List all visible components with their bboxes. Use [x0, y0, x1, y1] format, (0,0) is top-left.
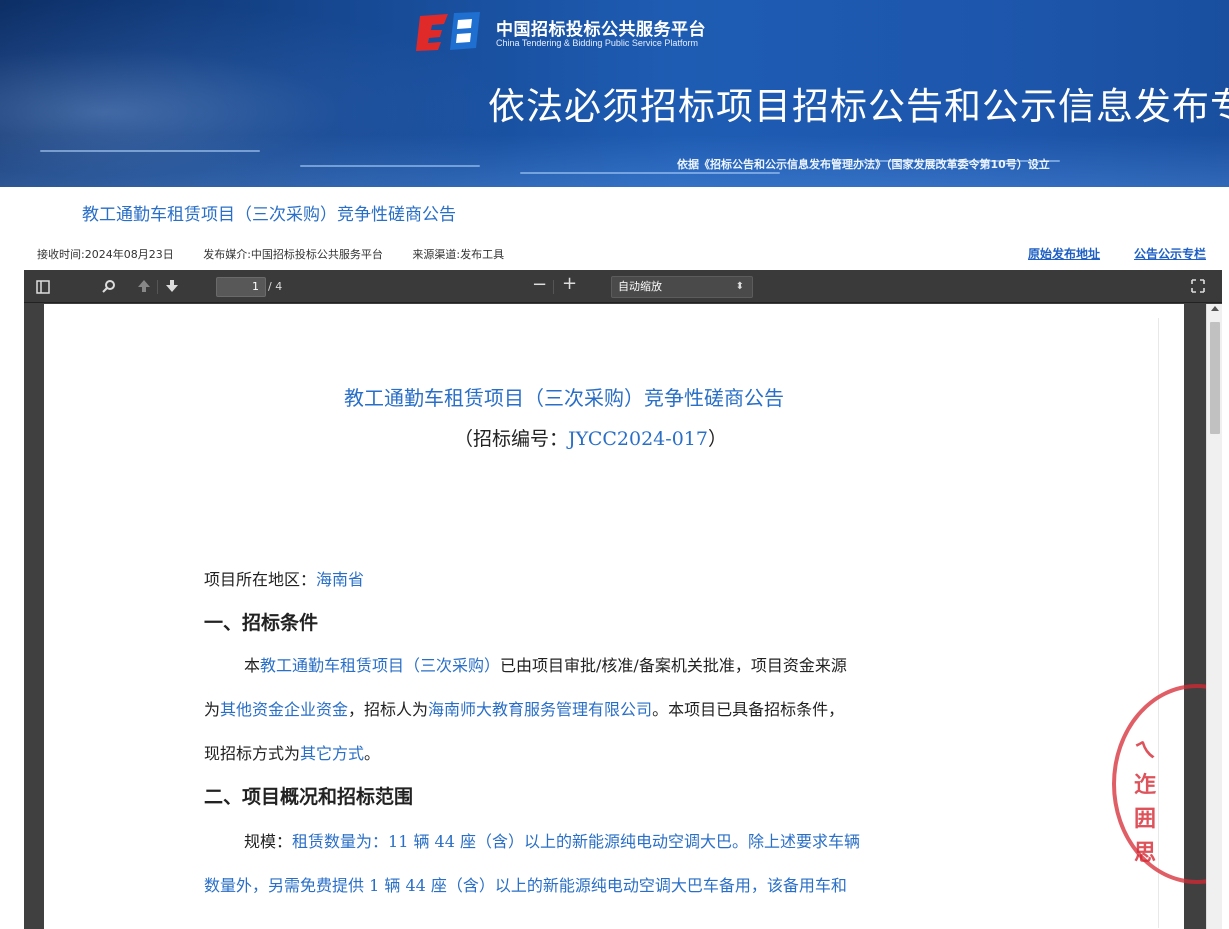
- project-region-value: 海南省: [316, 570, 365, 589]
- sidebar-toggle-icon[interactable]: [36, 280, 50, 297]
- zoom-in-button[interactable]: +: [562, 275, 577, 293]
- platform-logo-icon: [416, 12, 480, 51]
- section1-paragraph-line: 本教工通勤车租赁项目（三次采购）已由项目审批/核准/备案机关批准，项目资金来源: [244, 652, 847, 676]
- pdf-document-area[interactable]: 教工通勤车租赁项目（三次采购）竞争性磋商公告 （招标编号：JYCC2024-01…: [24, 304, 1222, 929]
- page-number-input[interactable]: 1: [216, 277, 266, 297]
- toolbar-separator: [553, 280, 554, 294]
- site-name: 中国招标投标公共服务平台: [496, 20, 706, 40]
- original-address-link[interactable]: 原始发布地址: [1028, 245, 1100, 262]
- received-time: 接收时间:2024年08月23日: [37, 248, 174, 261]
- document-code-suffix: ）: [707, 428, 727, 450]
- text-span: 本: [244, 656, 261, 675]
- scroll-up-arrow-icon[interactable]: [1211, 306, 1219, 311]
- scale-span: 租赁数量为：11 辆 44 座（含）以上的新能源纯电动空调大巴。除上述要求车辆: [292, 832, 860, 851]
- text-span: 规模：: [244, 832, 293, 851]
- section1-paragraph-line: 现招标方式为其它方式。: [204, 740, 380, 764]
- search-icon[interactable]: [102, 279, 116, 296]
- page-total: / 4: [268, 280, 283, 293]
- project-name-span: 教工通勤车租赁项目（三次采购）: [260, 656, 501, 675]
- zoom-out-button[interactable]: −: [532, 276, 547, 294]
- tenderer-span: 海南师大教育服务管理有限公司: [428, 700, 653, 719]
- pdf-page: 教工通勤车租赁项目（三次采购）竞争性磋商公告 （招标编号：JYCC2024-01…: [44, 304, 1222, 929]
- text-span: ，招标人为: [348, 700, 429, 719]
- notice-title: 教工通勤车租赁项目（三次采购）竞争性磋商公告: [82, 205, 456, 225]
- zoom-select[interactable]: 自动缩放 ⬍: [611, 276, 753, 298]
- scrollbar-thumb[interactable]: [1210, 322, 1220, 434]
- banner-subtitle: 依据《招标公告和公示信息发布管理办法》（国家发展改革委令第10号）设立: [677, 158, 1050, 171]
- chevron-updown-icon: ⬍: [735, 281, 744, 292]
- site-name-english: China Tendering & Bidding Public Service…: [496, 38, 698, 48]
- project-region-label: 项目所在地区：: [204, 570, 317, 589]
- section2-paragraph-line: 规模：租赁数量为：11 辆 44 座（含）以上的新能源纯电动空调大巴。除上述要求…: [244, 828, 860, 852]
- banner-light-streak: [40, 150, 260, 152]
- project-region: 项目所在地区：海南省: [204, 566, 364, 590]
- section-heading-2: 二、项目概况和招标范围: [204, 786, 414, 808]
- banner-light-streak: [300, 165, 480, 167]
- fullscreen-icon[interactable]: [1191, 279, 1205, 296]
- arrow-up-icon[interactable]: [137, 279, 151, 296]
- text-span: 现招标方式为: [204, 744, 301, 763]
- zoom-select-value: 自动缩放: [618, 280, 662, 293]
- notice-column-link[interactable]: 公告公示专栏: [1134, 245, 1206, 262]
- text-span: 已由项目审批/核准/备案机关批准，项目资金来源: [500, 656, 847, 675]
- source-channel: 来源渠道:发布工具: [412, 248, 505, 261]
- document-title: 教工通勤车租赁项目（三次采购）竞争性磋商公告: [344, 386, 784, 410]
- pdf-toolbar: 1 / 4 − + 自动缩放 ⬍: [24, 270, 1222, 303]
- notice-meta: 接收时间:2024年08月23日 发布媒介:中国招标投标公共服务平台 来源渠道:…: [37, 246, 530, 262]
- tender-method-span: 其它方式: [300, 744, 365, 763]
- toolbar-separator: [157, 280, 158, 294]
- fund-source-span: 其他资金企业资金: [220, 700, 349, 719]
- section1-paragraph-line: 为其他资金企业资金，招标人为海南师大教育服务管理有限公司。本项目已具备招标条件，: [204, 696, 844, 720]
- document-code: （招标编号：JYCC2024-017）: [454, 424, 727, 451]
- text-span: 为: [204, 700, 221, 719]
- banner-light-streak: [520, 172, 780, 174]
- text-span: 。本项目已具备招标条件，: [652, 700, 845, 719]
- pdf-viewer: 1 / 4 − + 自动缩放 ⬍ 教工通勤车租赁项目（三次采购）竞争性磋商公告 …: [24, 270, 1222, 929]
- publish-media: 发布媒介:中国招标投标公共服务平台: [203, 248, 383, 261]
- document-code-value: JYCC2024-017: [568, 428, 708, 450]
- vertical-scrollbar[interactable]: [1206, 304, 1222, 929]
- arrow-down-icon[interactable]: [165, 279, 179, 296]
- section-heading-1: 一、招标条件: [204, 612, 319, 634]
- banner-title: 依法必须招标项目招标公告和公示信息发布专栏: [488, 85, 1229, 128]
- site-banner: 中国招标投标公共服务平台 China Tendering & Bidding P…: [0, 0, 1229, 187]
- red-seal-stamp-marks: ㄟ迮囲思: [1134, 738, 1157, 866]
- section2-paragraph-line: 数量外，另需免费提供 1 辆 44 座（含）以上的新能源纯电动空调大巴车备用，该…: [204, 876, 847, 895]
- text-span: 。: [364, 744, 381, 763]
- banner-light-streak: [860, 160, 1060, 162]
- document-code-prefix: （招标编号：: [454, 428, 569, 450]
